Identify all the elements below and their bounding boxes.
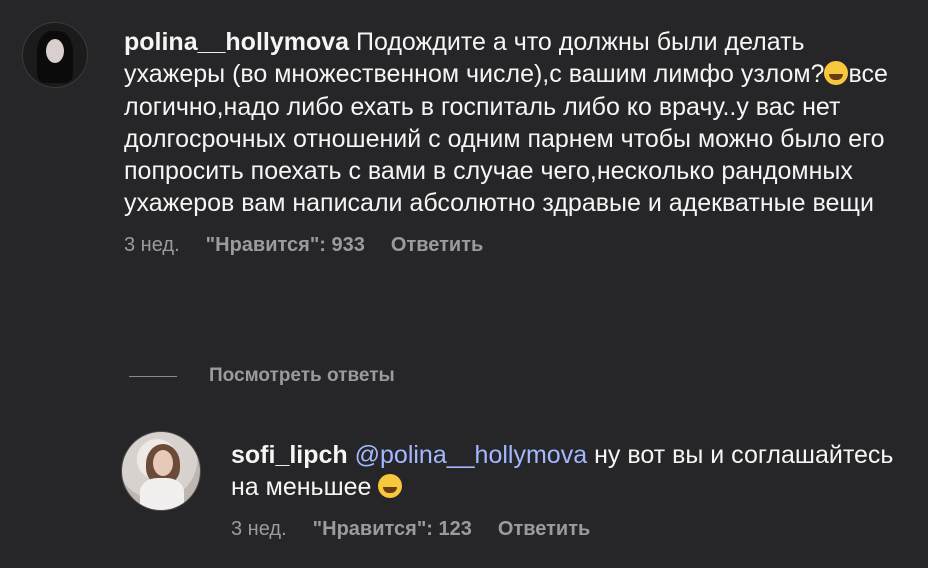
- username[interactable]: polina__hollymova: [124, 28, 349, 56]
- comment-text: sofi_lipch @polina__hollymova ну вот вы …: [231, 439, 901, 504]
- avatar-face: [46, 39, 64, 63]
- avatar-body: [140, 478, 184, 510]
- reply-button[interactable]: Ответить: [391, 234, 483, 257]
- comment-text: polina__hollymova Подождите а что должны…: [124, 26, 912, 220]
- comment-content: polina__hollymova Подождите а что должны…: [124, 22, 912, 257]
- username[interactable]: sofi_lipch: [231, 441, 348, 469]
- avatar[interactable]: [22, 22, 88, 88]
- view-replies-button[interactable]: Посмотреть ответы: [129, 365, 395, 387]
- likes-count[interactable]: "Нравится": 123: [313, 518, 472, 541]
- view-replies-label: Посмотреть ответы: [209, 365, 395, 386]
- timestamp[interactable]: 3 нед.: [124, 234, 180, 257]
- avatar-face: [153, 450, 173, 476]
- timestamp[interactable]: 3 нед.: [231, 518, 287, 541]
- comment-content: sofi_lipch @polina__hollymova ну вот вы …: [231, 431, 901, 541]
- comment: polina__hollymova Подождите а что должны…: [22, 22, 912, 257]
- replies-divider: [129, 375, 177, 377]
- comment-meta: 3 нед. "Нравится": 933 Ответить: [124, 234, 912, 257]
- likes-count[interactable]: "Нравится": 933: [206, 234, 365, 257]
- grinning-emoji-icon: [378, 474, 403, 499]
- reply-comment: sofi_lipch @polina__hollymova ну вот вы …: [121, 431, 901, 541]
- comment-meta: 3 нед. "Нравится": 123 Ответить: [231, 518, 901, 541]
- reply-button[interactable]: Ответить: [498, 518, 590, 541]
- avatar[interactable]: [121, 431, 201, 511]
- laughing-emoji-icon: [824, 61, 849, 86]
- mention-link[interactable]: @polina__hollymova: [355, 441, 587, 469]
